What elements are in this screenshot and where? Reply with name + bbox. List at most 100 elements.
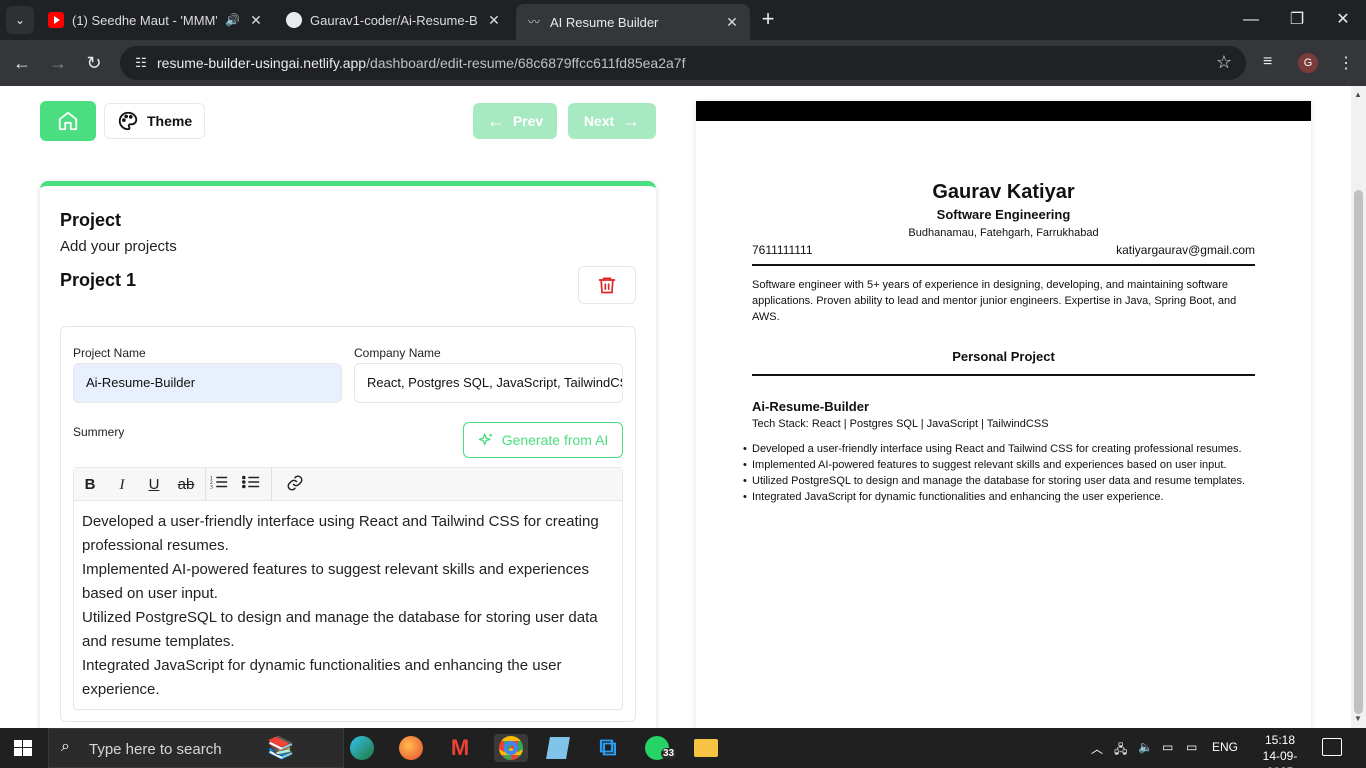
vscode-icon: ⧉ <box>599 734 617 761</box>
forward-button[interactable]: → <box>46 51 70 75</box>
whatsapp-app[interactable]: 33 <box>643 734 677 762</box>
firefox-app[interactable] <box>397 734 425 762</box>
minimize-button[interactable]: — <box>1228 0 1274 40</box>
taskbar-search-input[interactable]: ⌕ Type here to search 📚 <box>48 728 344 768</box>
files-app[interactable] <box>544 734 572 762</box>
section-subtitle: Add your projects <box>60 238 177 255</box>
resume-project-name: Ai-Resume-Builder <box>752 399 870 414</box>
vscode-app[interactable]: ⧉ <box>594 734 622 762</box>
site-settings-icon[interactable]: ☷ <box>132 54 150 72</box>
sparkle-icon <box>478 433 492 446</box>
chrome-app[interactable] <box>494 734 528 762</box>
taskbar-clock[interactable]: 15:18 14-09-2025 <box>1250 732 1310 768</box>
theme-label: Theme <box>147 113 193 129</box>
home-button[interactable] <box>40 101 96 141</box>
volume-icon[interactable]: 🔈 <box>1138 740 1153 754</box>
bold-button[interactable]: B <box>78 474 102 496</box>
project-entry: Project Name Ai-Resume-Builder Company N… <box>60 326 636 722</box>
generate-from-ai-button[interactable]: Generate from AI <box>463 422 623 458</box>
list-item: Implemented AI-powered features to sugge… <box>743 457 1255 473</box>
tab-close-icon[interactable]: ✕ <box>248 12 264 29</box>
media-control-icon[interactable]: ≡ <box>1263 53 1272 71</box>
audio-icon: 🔊 <box>225 13 240 27</box>
browser-tab-bar: ⌄ (1) Seedhe Maut - 'MMM' / 🔊 ✕ Gaurav1-… <box>0 0 1366 40</box>
scrollbar-thumb[interactable] <box>1354 190 1363 714</box>
battery-icon[interactable]: ▭ <box>1186 740 1197 754</box>
tab-title: AI Resume Builder <box>550 14 659 30</box>
folder-icon <box>694 739 718 757</box>
tab-search-button[interactable]: ⌄ <box>6 6 34 34</box>
clock-date: 14-09-2025 <box>1262 749 1298 768</box>
resume-divider <box>752 374 1255 376</box>
reload-button[interactable]: ↻ <box>82 51 106 75</box>
search-placeholder: Type here to search <box>89 741 222 758</box>
tab-close-icon[interactable]: ✕ <box>724 14 740 31</box>
summary-editor[interactable]: B I U ab 123 Developed a user-friendly i… <box>73 467 623 710</box>
editor-line: Developed a user-friendly interface usin… <box>82 513 599 554</box>
maximize-button[interactable]: ❐ <box>1274 0 1320 40</box>
ai-icon: 〰 <box>527 15 540 29</box>
next-button[interactable]: Next → <box>568 103 656 139</box>
gmail-icon: M <box>450 735 470 760</box>
prev-button[interactable]: ← Prev <box>473 103 557 139</box>
scroll-down-icon[interactable]: ▼ <box>1354 714 1362 723</box>
section-title: Project <box>60 210 122 230</box>
tab-github[interactable]: Gaurav1-coder/Ai-Resume-Buil ✕ <box>276 4 512 36</box>
close-window-button[interactable]: ✕ <box>1320 0 1366 40</box>
link-button[interactable] <box>283 474 307 496</box>
chrome-icon <box>499 736 523 760</box>
new-tab-button[interactable]: + <box>756 8 780 32</box>
notification-badge: 33 <box>661 748 677 759</box>
editor-content[interactable]: Developed a user-friendly interface usin… <box>82 510 612 702</box>
palette-icon <box>118 111 138 131</box>
resume-divider <box>752 264 1255 266</box>
tab-ai-resume-builder[interactable]: 〰 AI Resume Builder ✕ <box>516 4 750 40</box>
show-hidden-icons[interactable]: ︿ <box>1091 740 1103 757</box>
bullet-list-button[interactable] <box>239 474 263 496</box>
clock-time: 15:18 <box>1264 733 1296 747</box>
resume-tech-stack: Tech Stack: React | Postgres SQL | JavaS… <box>752 418 1049 430</box>
tab-close-icon[interactable]: ✕ <box>486 12 502 29</box>
theme-button[interactable]: Theme <box>104 103 205 139</box>
strikethrough-button[interactable]: ab <box>174 474 198 496</box>
gmail-app[interactable]: M <box>446 734 474 762</box>
underline-button[interactable]: U <box>142 474 166 496</box>
tab-title: Gaurav1-coder/Ai-Resume-Buil <box>310 12 478 28</box>
tab-youtube[interactable]: (1) Seedhe Maut - 'MMM' / 🔊 ✕ <box>38 4 274 36</box>
github-icon <box>286 12 302 28</box>
project-name-input[interactable]: Ai-Resume-Builder <box>73 363 342 403</box>
network-icon[interactable]: 🖧 <box>1114 740 1127 761</box>
file-explorer-app[interactable] <box>692 734 720 762</box>
company-name-input[interactable]: React, Postgres SQL, JavaScript, Tailwin… <box>354 363 623 403</box>
project-name-label: Project Name <box>73 346 146 360</box>
meet-icon[interactable]: ▭ <box>1162 740 1173 754</box>
italic-button[interactable]: I <box>110 474 134 496</box>
editor-line: Integrated JavaScript for dynamic functi… <box>82 657 562 698</box>
profile-avatar[interactable]: G <box>1298 53 1318 73</box>
scroll-up-icon[interactable]: ▲ <box>1354 90 1362 99</box>
windows-start-icon[interactable] <box>14 740 32 756</box>
resume-email: katiyargaurav@gmail.com <box>1116 243 1255 257</box>
page-scrollbar[interactable]: ▲ ▼ <box>1351 86 1366 728</box>
numbered-list-button[interactable]: 123 <box>207 474 231 496</box>
page-content: Theme ← Prev Next → Project Add your pro… <box>0 86 1351 728</box>
back-button[interactable]: ← <box>10 51 34 75</box>
bullet-list-icon <box>241 475 260 489</box>
home-icon <box>58 111 78 131</box>
editor-toolbar: B I U ab 123 <box>74 468 622 501</box>
language-indicator[interactable]: ENG <box>1212 740 1238 754</box>
list-item: Utilized PostgreSQL to design and manage… <box>743 473 1255 489</box>
edge-app[interactable] <box>348 734 376 762</box>
delete-project-button[interactable] <box>578 266 636 304</box>
arrow-left-icon: ← <box>486 110 505 131</box>
notification-center-icon[interactable] <box>1322 738 1342 756</box>
resume-job-title: Software Engineering <box>936 207 1071 222</box>
browser-menu-icon[interactable]: ⋮ <box>1338 53 1354 73</box>
bookmark-star-icon[interactable]: ☆ <box>1216 52 1232 73</box>
url-input[interactable]: ☷ resume-builder-usingai.netlify.app/das… <box>120 46 1246 80</box>
project-heading: Project 1 <box>60 270 137 290</box>
editor-line: Utilized PostgreSQL to design and manage… <box>82 609 598 650</box>
toolbar-divider <box>205 468 206 501</box>
trash-icon <box>598 277 616 294</box>
arrow-right-icon: → <box>622 110 641 131</box>
